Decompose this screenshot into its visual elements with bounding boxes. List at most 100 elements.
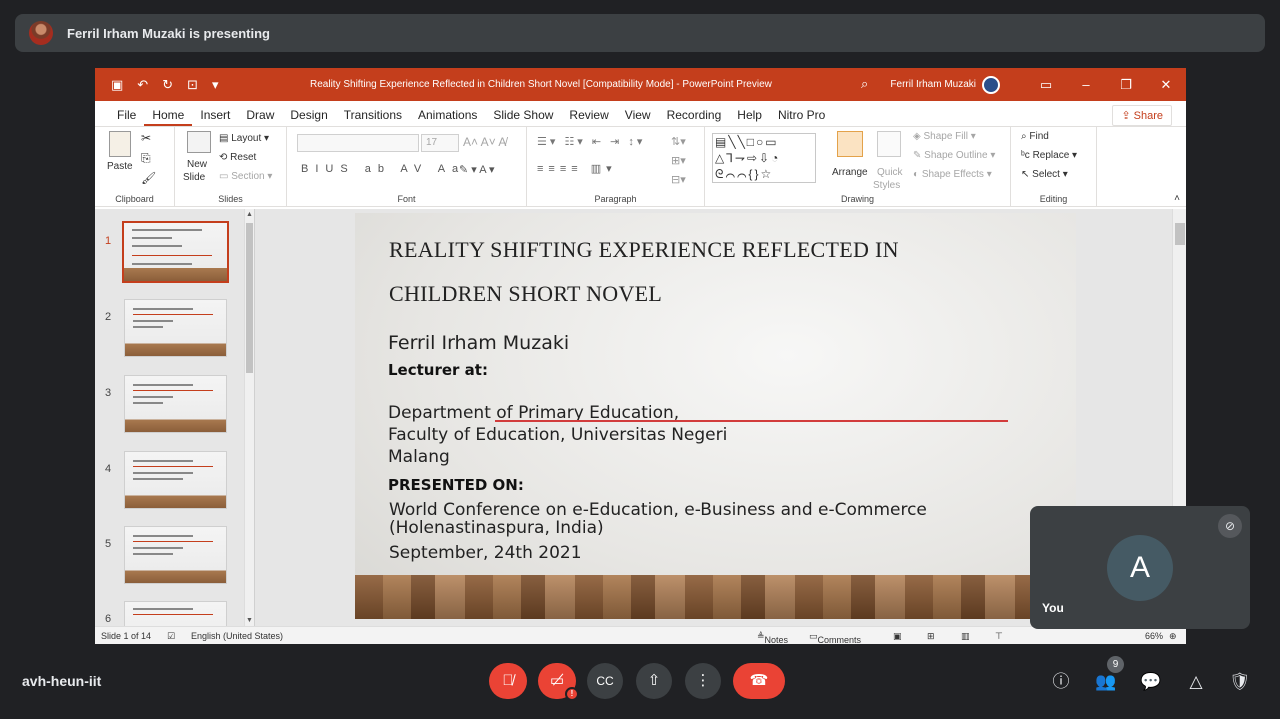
font-grow-shrink-icon[interactable]: A˄ A˅ A̸: [463, 135, 506, 149]
quick-styles-icon[interactable]: [877, 131, 901, 157]
meeting-info-icon[interactable]: ⓘ: [1049, 670, 1073, 694]
tab-insert[interactable]: Insert: [192, 108, 238, 126]
slide-sorter-icon[interactable]: ⊞: [927, 631, 935, 642]
more-options-button[interactable]: ⋮: [685, 663, 721, 699]
tab-home[interactable]: Home: [144, 108, 193, 126]
thumbnail-image[interactable]: [124, 375, 227, 433]
replace-button[interactable]: ᵇc Replace ▾: [1021, 150, 1077, 161]
undo-icon[interactable]: ↶: [137, 78, 148, 91]
normal-view-icon[interactable]: ▣: [893, 631, 902, 642]
people-icon[interactable]: 👥: [1094, 670, 1118, 694]
scroll-up-icon[interactable]: ▲: [246, 211, 253, 218]
quick-styles-label-1[interactable]: Quick: [877, 167, 903, 178]
find-button[interactable]: ⌕ Find: [1021, 131, 1049, 142]
notes-button[interactable]: ≜ Notes: [757, 631, 788, 644]
quick-styles-label-2[interactable]: Styles: [873, 180, 900, 191]
paste-button[interactable]: Paste: [107, 161, 133, 172]
restore-icon[interactable]: ❐: [1106, 77, 1146, 93]
redo-icon[interactable]: ↻: [162, 78, 173, 91]
host-controls-icon[interactable]: 🛡: [1228, 670, 1252, 694]
thumbnail-5[interactable]: 5: [95, 526, 245, 588]
present-icon[interactable]: ⊡: [187, 78, 198, 91]
font-format-icons[interactable]: BIUS ab AV Aa: [301, 163, 465, 175]
text-direction-icons[interactable]: ⇅▾ ⊞▾ ⊟▾: [671, 133, 686, 190]
scroll-down-icon[interactable]: ▼: [246, 617, 253, 624]
tab-design[interactable]: Design: [282, 108, 335, 126]
align-icons[interactable]: ≡≡≡≡ ▥▾: [537, 162, 617, 175]
font-size-select[interactable]: 17: [421, 134, 459, 152]
shape-outline-button[interactable]: ✎ Shape Outline ▾: [913, 150, 995, 161]
tab-file[interactable]: File: [109, 108, 144, 126]
thumbnail-image[interactable]: [124, 526, 227, 584]
minimize-icon[interactable]: –: [1066, 77, 1106, 92]
ribbon-display-icon[interactable]: ▭: [1026, 77, 1066, 93]
close-icon[interactable]: ✕: [1146, 77, 1186, 93]
customize-icon[interactable]: ▾: [212, 78, 219, 91]
window-title: Reality Shifting Experience Reflected in…: [310, 79, 772, 90]
arrange-icon[interactable]: [837, 131, 863, 157]
thumbnail-image[interactable]: [124, 451, 227, 509]
mic-toggle-button[interactable]: 🎙̸: [489, 663, 527, 699]
chat-icon[interactable]: 💬: [1139, 670, 1163, 694]
list-icons[interactable]: ☰▾ ☷▾ ⇤ ⇥ ↕▾: [537, 135, 645, 148]
shapes-gallery[interactable]: ▤╲╲□○▭ △⅂⇁⇨⇩◔ ᘓ⌒⌒{}☆: [712, 133, 816, 183]
account-avatar[interactable]: [982, 75, 1000, 94]
font-color-icons[interactable]: ✎ ▾ A ▾: [459, 163, 495, 176]
thumbnail-3[interactable]: 3: [95, 375, 245, 437]
arrange-button[interactable]: Arrange: [832, 167, 868, 178]
captions-button[interactable]: CC: [587, 663, 623, 699]
thumbnail-1[interactable]: 1: [95, 221, 245, 285]
present-now-button[interactable]: ⇧: [636, 663, 672, 699]
self-video-tile[interactable]: ⊘ A You: [1030, 506, 1250, 629]
camera-off-icon: ▭̸: [549, 672, 565, 689]
section-button[interactable]: ▭ Section ▾: [219, 171, 272, 182]
format-painter-icon[interactable]: 🖌: [141, 171, 156, 185]
spell-check-icon[interactable]: ☑: [167, 631, 175, 642]
search-icon[interactable]: ⌕: [861, 76, 868, 92]
thumbnail-4[interactable]: 4: [95, 451, 245, 513]
font-family-select[interactable]: [297, 134, 419, 152]
tab-transitions[interactable]: Transitions: [336, 108, 410, 126]
shape-fill-button[interactable]: ◈ Shape Fill ▾: [913, 131, 976, 142]
new-slide-icon[interactable]: [187, 131, 211, 153]
current-slide[interactable]: REALITY SHIFTING EXPERIENCE REFLECTED IN…: [355, 213, 1076, 619]
group-label-font: Font: [397, 194, 416, 204]
more-vert-icon: ⋮: [695, 672, 711, 689]
zoom-level[interactable]: 66%: [1145, 631, 1163, 641]
fit-slide-icon[interactable]: ⊕: [1169, 631, 1177, 642]
scroll-thumb[interactable]: [246, 223, 253, 373]
reset-button[interactable]: ⟲ Reset: [219, 152, 256, 163]
new-slide-label-2[interactable]: Slide: [183, 172, 205, 183]
tab-slide-show[interactable]: Slide Show: [485, 108, 561, 126]
paste-icon[interactable]: [109, 131, 131, 157]
reading-view-icon[interactable]: ▥: [961, 631, 970, 642]
tab-animations[interactable]: Animations: [410, 108, 485, 126]
language[interactable]: English (United States): [191, 631, 283, 641]
layout-button[interactable]: ▤ Layout ▾: [219, 133, 269, 144]
shape-effects-button[interactable]: ◐ Shape Effects ▾: [913, 169, 992, 180]
leave-call-button[interactable]: ☎: [733, 663, 785, 699]
select-button[interactable]: ↖ Select ▾: [1021, 169, 1068, 180]
tab-review[interactable]: Review: [561, 108, 616, 126]
tab-recording[interactable]: Recording: [659, 108, 730, 126]
save-icon[interactable]: ▣: [111, 78, 123, 91]
slide-scroll-thumb[interactable]: [1175, 223, 1185, 245]
tab-nitro-pro[interactable]: Nitro Pro: [770, 108, 833, 126]
slideshow-view-icon[interactable]: ⊤: [995, 631, 1003, 642]
account-name[interactable]: Ferril Irham Muzaki: [890, 79, 976, 90]
activities-icon[interactable]: △: [1184, 670, 1208, 694]
copy-icon[interactable]: ⎘: [141, 151, 151, 166]
tab-draw[interactable]: Draw: [238, 108, 282, 126]
collapse-ribbon-icon[interactable]: ˄: [1174, 193, 1180, 204]
camera-toggle-button[interactable]: ▭̸!: [538, 663, 579, 701]
thumbnail-image[interactable]: [122, 221, 229, 283]
tab-view[interactable]: View: [617, 108, 659, 126]
tab-help[interactable]: Help: [729, 108, 770, 126]
cut-icon[interactable]: ✂: [141, 131, 151, 145]
thumbnail-2[interactable]: 2: [95, 299, 245, 361]
thumbnails-scrollbar[interactable]: ▲ ▼: [244, 209, 254, 626]
new-slide-label-1[interactable]: New: [187, 159, 207, 170]
thumbnail-image[interactable]: [124, 299, 227, 357]
comments-button[interactable]: ▭ Comments: [809, 631, 861, 644]
share-button[interactable]: ⇪ Share: [1112, 105, 1172, 126]
